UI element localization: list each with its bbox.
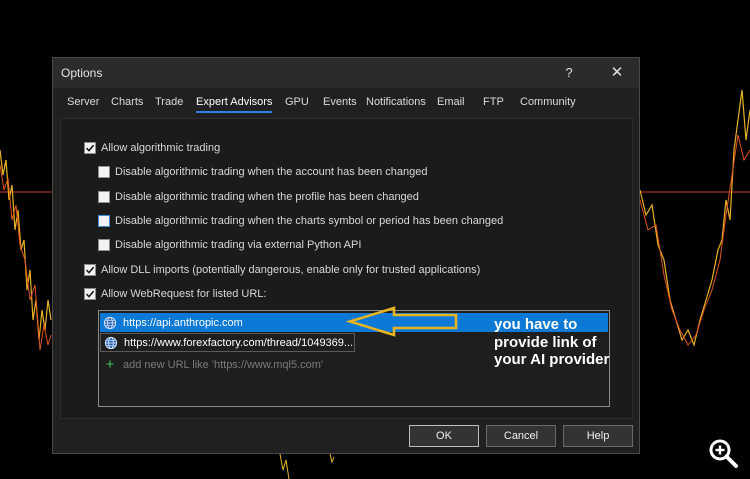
help-button[interactable]: Help <box>563 425 633 447</box>
option-label: Allow DLL imports (potentially dangerous… <box>101 264 481 276</box>
cancel-button[interactable]: Cancel <box>486 425 556 447</box>
close-icon[interactable]: ✕ <box>606 63 628 83</box>
option-allow-dll-imports[interactable]: Allow DLL imports (potentially dangerous… <box>84 263 480 277</box>
option-disable-via-python-api[interactable]: Disable algorithmic trading via external… <box>98 238 361 252</box>
tab-notifications[interactable]: Notifications <box>366 96 426 108</box>
checkbox-allow-webrequest[interactable] <box>84 288 96 300</box>
option-label: Allow WebRequest for listed URL: <box>101 288 267 300</box>
tab-email[interactable]: Email <box>437 96 465 108</box>
right-price-line <box>639 89 750 347</box>
check-icon <box>85 266 95 274</box>
checkbox-allow-algo-trading[interactable] <box>84 142 96 154</box>
right-price-line-red <box>639 134 750 346</box>
tab-charts[interactable]: Charts <box>111 96 143 108</box>
annotation-line: you have to <box>494 316 578 333</box>
tab-ftp[interactable]: FTP <box>483 96 504 108</box>
checkbox-disable-on-symbol-change[interactable] <box>98 215 110 227</box>
globe-icon <box>104 336 118 349</box>
option-disable-on-profile-change[interactable]: Disable algorithmic trading when the pro… <box>98 190 419 204</box>
option-label: Disable algorithmic trading via external… <box>115 239 362 251</box>
tab-expert-advisors[interactable]: Expert Advisors <box>196 96 273 113</box>
zoom-in-icon[interactable] <box>706 436 740 470</box>
check-icon <box>85 144 95 152</box>
tab-server[interactable]: Server <box>67 96 99 108</box>
tab-bar: Server Charts Trade Expert Advisors GPU … <box>53 94 639 114</box>
window-title: Options <box>61 66 103 80</box>
annotation-text: you have to provide link of your AI prov… <box>494 316 654 369</box>
url-text: https://www.forexfactory.com/thread/1049… <box>124 336 354 349</box>
annotation-line: your AI provider <box>494 351 610 368</box>
option-allow-algo-trading[interactable]: Allow algorithmic trading <box>84 141 220 155</box>
tab-gpu[interactable]: GPU <box>285 96 309 108</box>
ok-button[interactable]: OK <box>409 425 479 447</box>
add-url-placeholder: add new URL like 'https://www.mql5.com' <box>123 358 324 371</box>
option-label: Disable algorithmic trading when the acc… <box>115 166 428 178</box>
annotation-arrow <box>346 306 458 337</box>
option-disable-on-symbol-change[interactable]: Disable algorithmic trading when the cha… <box>98 214 503 228</box>
option-label: Allow algorithmic trading <box>101 142 221 154</box>
checkbox-disable-on-account-change[interactable] <box>98 166 110 178</box>
bottom-price-line-2 <box>329 453 335 464</box>
tab-trade[interactable]: Trade <box>155 96 183 108</box>
option-disable-on-account-change[interactable]: Disable algorithmic trading when the acc… <box>98 165 427 179</box>
add-url-row[interactable]: + add new URL like 'https://www.mql5.com… <box>103 356 323 373</box>
bottom-price-line <box>279 453 290 479</box>
help-icon[interactable]: ? <box>558 63 580 83</box>
title-bar[interactable]: Options ? ✕ <box>53 58 639 88</box>
checkbox-disable-via-python-api[interactable] <box>98 239 110 251</box>
tab-events[interactable]: Events <box>323 96 357 108</box>
url-list-item[interactable]: https://www.forexfactory.com/thread/1049… <box>100 333 355 352</box>
url-text: https://api.anthropic.com <box>123 316 243 329</box>
checkbox-disable-on-profile-change[interactable] <box>98 191 110 203</box>
option-label: Disable algorithmic trading when the pro… <box>115 191 419 203</box>
plus-icon[interactable]: + <box>103 356 117 373</box>
tab-community[interactable]: Community <box>520 96 576 108</box>
option-allow-webrequest[interactable]: Allow WebRequest for listed URL: <box>84 287 266 301</box>
check-icon <box>85 290 95 298</box>
option-label: Disable algorithmic trading when the cha… <box>115 215 504 227</box>
checkbox-allow-dll-imports[interactable] <box>84 264 96 276</box>
annotation-line: provide link of <box>494 333 597 351</box>
globe-icon <box>103 316 117 329</box>
